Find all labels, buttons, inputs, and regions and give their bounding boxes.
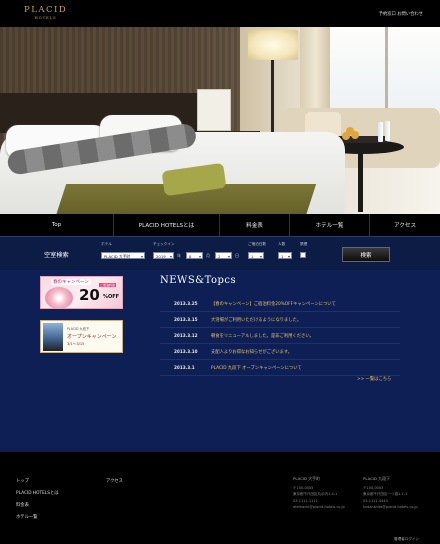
nav-price[interactable]: 料金表 [220,214,290,236]
main-nav: Top PLACID HOTELSとは 料金表 ホテル一覧 アクセス [0,214,440,236]
building-photo [43,323,63,351]
nav-access[interactable]: アクセス [370,214,440,236]
news-link[interactable]: 朝食をリニューアルしました。是非ご利用ください。 [211,333,314,339]
hotel-mail[interactable]: otemachi@placid-hotels.co.jp [293,504,345,511]
admin-login-link[interactable]: 管理者ログイン [394,537,419,542]
footer-link-about[interactable]: PLACID HOTELSとは [16,490,59,496]
news-date: 2013.3.1 [174,365,195,370]
contact-link[interactable]: 予約窓口 お問い合わせ [379,11,423,17]
news-item[interactable]: 2013.3.10 支配人よりお得なお知らせがございます。 [160,344,400,360]
smoking-label: 禁煙 [300,242,308,246]
news-list: 2013.3.25 【春のキャンペーン】ご宿泊料金20%OFFキャンペーンについ… [160,296,400,376]
hotel-label: ホテル [101,242,112,246]
footer-link-top[interactable]: トップ [16,478,29,484]
nav-top[interactable]: Top [0,214,114,236]
site-footer: トップ PLACID HOTELSとは 料金表 ホテル一覧 アクセス PLACI… [0,452,440,544]
kudan-banner-date: 3/1〜3/15 [67,342,85,346]
people-select[interactable]: 1 [278,252,292,260]
site-header: PLACID HOTELS 予約窓口 お問い合わせ [0,0,440,27]
hotel-select[interactable]: PLACID 大手町 [101,252,145,260]
nav-hotels[interactable]: ホテル一覧 [290,214,370,236]
news-date: 2013.3.15 [174,317,198,322]
footer-link-price[interactable]: 料金表 [16,502,29,508]
cherry-blossom-icon [45,287,73,308]
hotel-name: PLACID 大手町 [293,476,320,481]
no-smoking-checkbox[interactable] [300,252,306,258]
hero-room-photo [0,27,440,214]
news-date: 2013.3.25 [174,301,198,306]
news-more-link[interactable]: >> 一覧はこちら [357,376,391,382]
spring-banner-percent: 20 [79,286,100,304]
news-item[interactable]: 2013.3.15 大浴場がご利用いただけるようになりました。 [160,312,400,328]
logo-main-text: PLACID [24,5,68,15]
kudan-banner-hotel: PLACID 九段下 [67,327,90,331]
logo-sub-text: HOTELS [34,16,57,20]
spring-banner-tag: ご宿泊料金 [99,283,117,287]
kudan-open-banner[interactable]: PLACID 九段下 オープンキャンペーン 3/1〜3/15 [40,320,123,353]
checkin-label: チェックイン [153,242,175,246]
news-item[interactable]: 2013.3.1 PLACID 九段下 オープンキャンペーンについて [160,360,400,376]
vacancy-search-bar: 空室検索 ホテル PLACID 大手町 チェックイン 2019 年 8 月 2 … [0,236,440,270]
spring-banner-heading: 春のキャンペーン [51,279,91,285]
news-item[interactable]: 2013.3.12 朝食をリニューアルしました。是非ご利用ください。 [160,328,400,344]
news-link[interactable]: 支配人よりお得なお知らせがございます。 [211,349,292,355]
footer-hotel-otemachi: PLACID 大手町 〒100-0005 東京都千代田区丸の内1-4-1 03-… [293,476,345,511]
news-item[interactable]: 2013.3.25 【春のキャンペーン】ご宿泊料金20%OFFキャンペーンについ… [160,296,400,312]
search-title: 空室検索 [44,252,69,259]
day-select[interactable]: 2 [215,252,232,260]
nights-label: ご宿泊日数 [248,242,266,246]
hotel-name: PLACID 九段下 [363,476,390,481]
month-unit: 月 [206,253,210,258]
hotel-mail[interactable]: kudanshita@placid-hotels.co.jp [363,504,418,511]
news-link[interactable]: 大浴場がご利用いただけるようになりました。 [211,317,301,323]
nights-select[interactable]: 1 [248,252,264,260]
news-title: NEWS&Topcs [160,275,237,286]
main-content: 春のキャンペーン ご宿泊料金 20 %OFF PLACID 九段下 オープンキャ… [0,270,440,452]
nav-about[interactable]: PLACID HOTELSとは [114,214,220,236]
hotel-address: 東京都千代田区丸の内1-4-1 [293,492,338,496]
footer-hotel-kudan: PLACID 九段下 〒100-0003 東京都千代田区一ツ橋1-1-1 03-… [363,476,418,511]
footer-link-hotels[interactable]: ホテル一覧 [16,514,37,520]
news-date: 2013.3.12 [174,333,198,338]
news-link[interactable]: 【春のキャンペーン】ご宿泊料金20%OFFキャンペーンについて [211,301,336,307]
site-logo[interactable]: PLACID HOTELS [24,5,67,20]
kudan-banner-title: オープンキャンペーン [67,334,117,340]
footer-link-access[interactable]: アクセス [106,478,123,484]
day-unit: 日 [235,253,239,258]
year-unit: 年 [177,253,181,258]
year-select[interactable]: 2019 [153,252,174,260]
spring-banner-off: %OFF [103,294,120,300]
search-button[interactable]: 検索 [342,247,390,262]
news-date: 2013.3.10 [174,349,198,354]
spring-campaign-banner[interactable]: 春のキャンペーン ご宿泊料金 20 %OFF [40,276,123,309]
people-label: 人数 [278,242,286,246]
month-select[interactable]: 8 [186,252,203,260]
news-link[interactable]: PLACID 九段下 オープンキャンペーンについて [211,365,302,371]
